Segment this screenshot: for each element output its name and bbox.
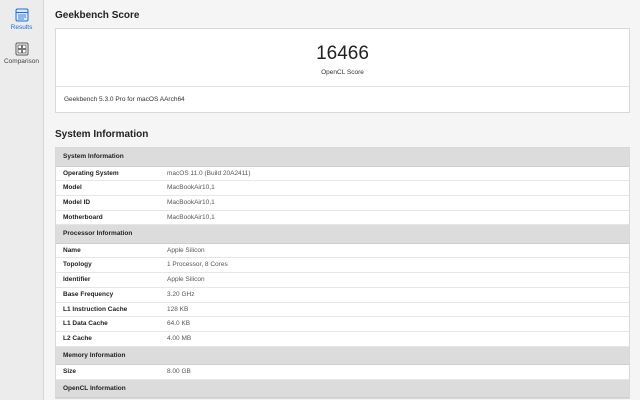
table-row: Base Frequency 3.20 GHz (56, 287, 629, 303)
opencl-score-value: 16466 (316, 43, 369, 64)
comparison-icon (15, 42, 28, 56)
group-header-opencl: OpenCL Information (56, 379, 629, 399)
sidebar-item-comparison[interactable]: Comparison (0, 34, 43, 68)
table-row: L1 Data Cache 64.0 KB (56, 317, 629, 332)
row-key: Model (63, 184, 82, 192)
table-row: Model ID MacBookAir10,1 (56, 195, 629, 211)
row-value: 1 Processor, 8 Cores (167, 261, 228, 269)
group-header-processor: Processor Information (56, 225, 629, 244)
table-row: Size 8.00 GB (56, 365, 629, 380)
results-icon (15, 8, 28, 22)
row-key: Base Frequency (63, 290, 114, 298)
row-key: L1 Instruction Cache (63, 305, 128, 313)
row-value: 3.20 GHz (167, 290, 195, 298)
sidebar-item-results[interactable]: Results (0, 0, 43, 34)
table-row: L1 Instruction Cache 128 KB (56, 302, 629, 318)
opencl-score-label: OpenCL Score (321, 69, 364, 76)
row-value: 128 KB (167, 305, 189, 313)
table-row: Operating System macOS 11.0 (Build 20A24… (56, 166, 629, 182)
table-row: L2 Cache 4.00 MB (56, 331, 629, 347)
system-info-table: System Information Operating System macO… (55, 147, 630, 400)
score-divider (56, 86, 629, 87)
sidebar-item-label: Comparison (3, 58, 40, 65)
row-value: MacBookAir10,1 (167, 213, 215, 221)
row-key: Motherboard (63, 213, 103, 221)
row-key: L1 Data Cache (63, 320, 108, 328)
row-value: macOS 11.0 (Build 20A2411) (167, 169, 251, 177)
group-header-system: System Information (56, 148, 629, 167)
table-row: Model MacBookAir10,1 (56, 181, 629, 196)
row-value: MacBookAir10,1 (167, 184, 215, 192)
row-key: Identifier (63, 276, 91, 284)
table-row: Identifier Apple Silicon (56, 273, 629, 288)
row-key: Operating System (63, 169, 119, 177)
row-value: 8.00 GB (167, 368, 191, 376)
row-value: 64.0 KB (167, 320, 191, 328)
row-value: MacBookAir10,1 (167, 198, 215, 206)
sidebar-item-label: Results (10, 24, 33, 31)
row-value: Apple Silicon (167, 276, 205, 284)
system-section-title: System Information (55, 129, 149, 140)
row-key: Name (63, 246, 81, 254)
score-card: 16466 OpenCL Score Geekbench 5.3.0 Pro f… (55, 28, 630, 113)
table-row: Topology 1 Processor, 8 Cores (56, 258, 629, 274)
row-key: Size (63, 368, 77, 376)
table-row: Name Apple Silicon (56, 243, 629, 259)
geekbench-version: Geekbench 5.3.0 Pro for macOS AArch64 (64, 96, 185, 103)
row-key: Topology (63, 261, 92, 269)
row-key: L2 Cache (63, 334, 92, 342)
table-row: Motherboard MacBookAir10,1 (56, 210, 629, 226)
row-value: Apple Silicon (167, 246, 205, 254)
sidebar: Results Comparison (0, 0, 44, 400)
row-value: 4.00 MB (167, 334, 192, 342)
group-header-memory: Memory Information (56, 346, 629, 366)
row-key: Model ID (63, 198, 91, 206)
score-section-title: Geekbench Score (55, 10, 140, 21)
